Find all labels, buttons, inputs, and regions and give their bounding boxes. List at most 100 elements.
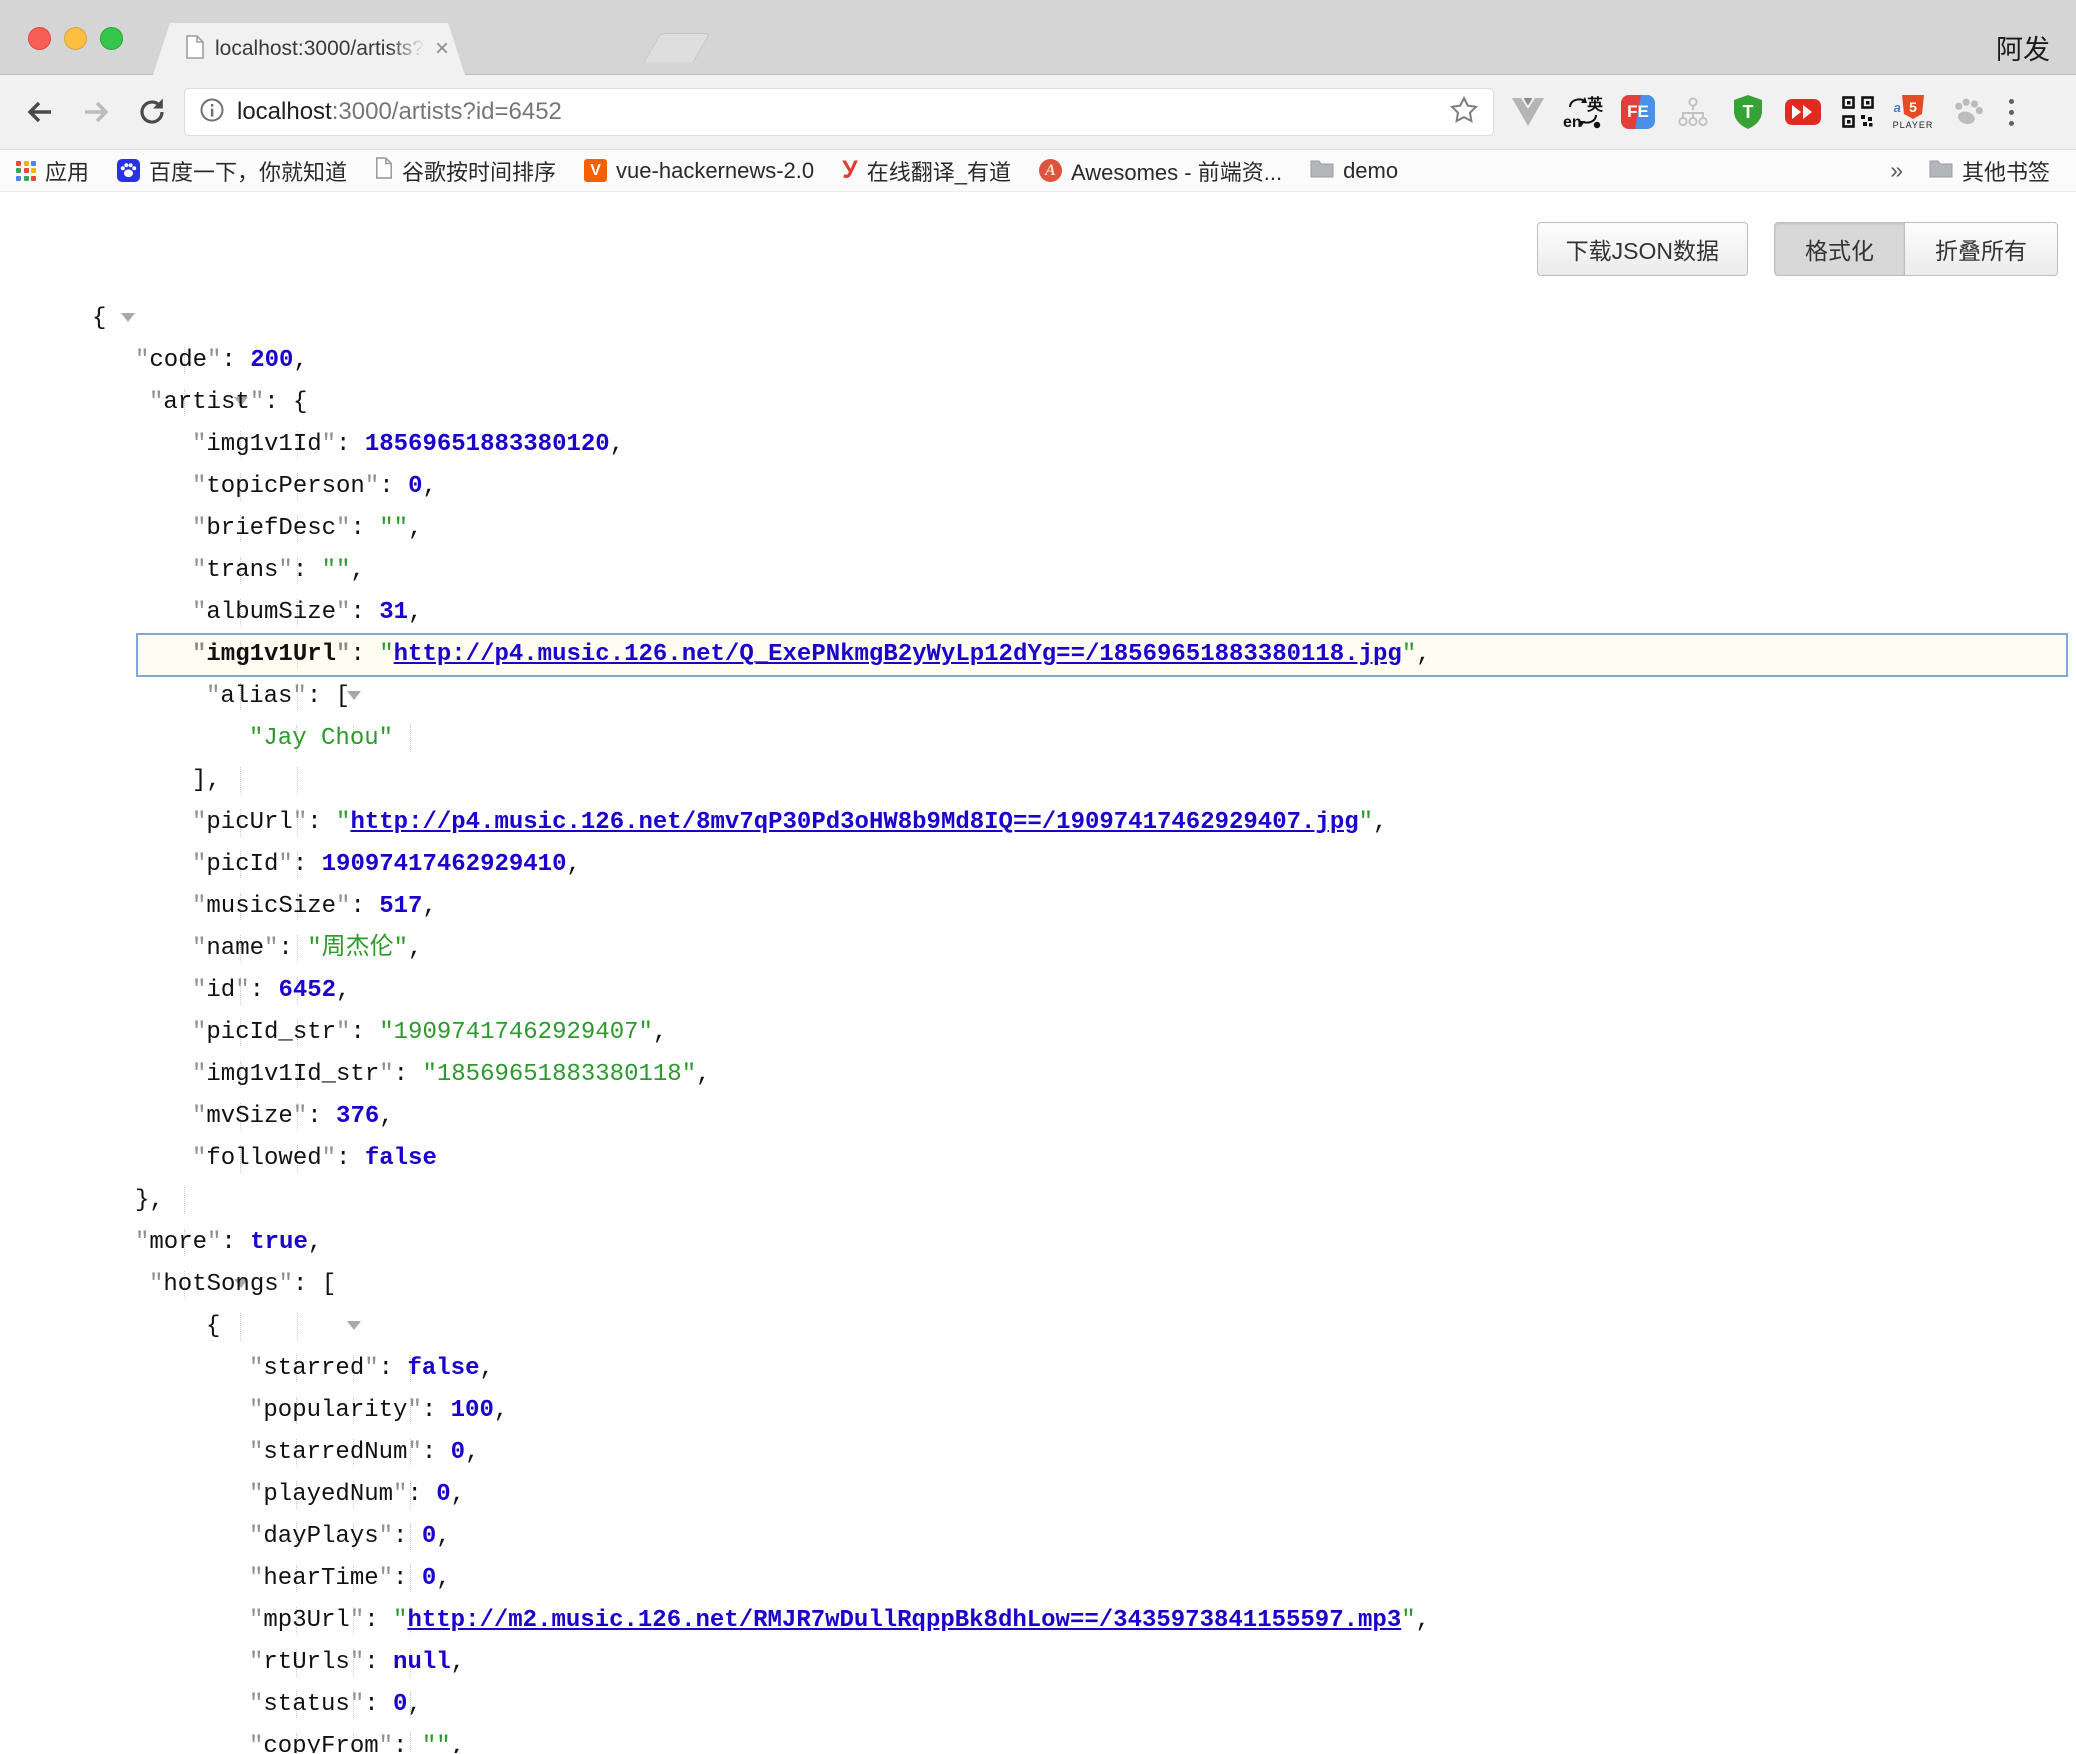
json-key: img1v1Id_str [206, 1061, 379, 1088]
json-line: "status": 0, [0, 1684, 2076, 1726]
json-line-highlighted: "img1v1Url": "http://p4.music.126.net/Q_… [0, 634, 2076, 676]
html5-player-icon[interactable]: a 5 PLAYER [1893, 92, 1933, 132]
json-line: "dayPlays": 0, [0, 1516, 2076, 1558]
bookmark-apps[interactable]: 应用 [16, 155, 89, 187]
tab-close-icon[interactable]: × [435, 37, 449, 61]
json-key-quote: " [336, 599, 350, 626]
json-key-quote: " [192, 557, 206, 584]
indent-guide [297, 767, 298, 794]
json-punctuation: : [393, 1565, 422, 1592]
collapse-toggle-icon[interactable] [121, 313, 135, 349]
json-line: "name": "周杰伦", [0, 928, 2076, 970]
json-key: mvSize [206, 1103, 292, 1130]
collapse-all-button[interactable]: 折叠所有 [1904, 222, 2058, 276]
json-punctuation: : [350, 515, 379, 542]
json-punctuation: : [350, 893, 379, 920]
json-punctuation: : [394, 1061, 423, 1088]
bookmark-label: demo [1343, 158, 1398, 184]
indent-guide [410, 725, 411, 752]
minimize-window-button[interactable] [64, 27, 87, 50]
qr-code-icon[interactable] [1838, 92, 1878, 132]
json-key-quote: " [350, 1691, 364, 1718]
json-link[interactable]: http://p4.music.126.net/Q_ExePNkmgB2yWyL… [394, 641, 1402, 668]
json-punctuation: : [350, 599, 379, 626]
close-window-button[interactable] [28, 27, 51, 50]
reload-button[interactable] [128, 88, 176, 136]
json-key: albumSize [206, 599, 336, 626]
bookmark-star-icon[interactable] [1449, 95, 1479, 130]
bookmark-youdao-translate[interactable]: У 在线翻译_有道 [842, 155, 1011, 187]
url-text[interactable]: localhost:3000/artists?id=6452 [237, 98, 1449, 126]
json-key: mp3Url [263, 1607, 349, 1634]
other-bookmarks-folder[interactable]: 其他书签 [1929, 155, 2050, 187]
sitemap-extension-icon[interactable] [1673, 92, 1713, 132]
json-key-quote: " [192, 515, 206, 542]
bookmark-google-sort[interactable]: 谷歌按时间排序 [375, 155, 556, 187]
json-punctuation: : [407, 1481, 436, 1508]
json-link[interactable]: http://m2.music.126.net/RMJR7wDullRqppBk… [407, 1607, 1401, 1634]
bookmark-demo-folder[interactable]: demo [1310, 158, 1398, 184]
json-punctuation: : [364, 1649, 393, 1676]
zoom-window-button[interactable] [100, 27, 123, 50]
json-value-literal: 31 [379, 599, 408, 626]
bookmark-baidu[interactable]: 百度一下，你就知道 [117, 155, 347, 187]
json-punctuation: { [206, 1313, 220, 1340]
json-value-literal: 100 [451, 1397, 494, 1424]
browser-tab[interactable]: localhost:3000/artists?id=6452 × [153, 23, 465, 75]
address-bar[interactable]: localhost:3000/artists?id=6452 [184, 88, 1494, 136]
bookmark-vue-hackernews[interactable]: V vue-hackernews-2.0 [584, 158, 814, 184]
json-value-literal: 0 [408, 473, 422, 500]
json-line: { [0, 298, 2076, 340]
json-punctuation: }, [135, 1187, 164, 1214]
fe-toolbox-icon[interactable]: FE [1618, 92, 1658, 132]
json-key-quote: " [192, 599, 206, 626]
paw-extension-icon[interactable] [1948, 92, 1988, 132]
vue-devtools-icon[interactable] [1508, 92, 1548, 132]
translate-extension-icon[interactable]: 英 en [1563, 92, 1603, 132]
json-line: "topicPerson": 0, [0, 466, 2076, 508]
json-key: id [206, 977, 235, 1004]
json-key-quote: " [192, 473, 206, 500]
json-link[interactable]: http://p4.music.126.net/8mv7qP30Pd3oHW8b… [350, 809, 1358, 836]
window-titlebar: localhost:3000/artists?id=6452 × 阿发 [0, 0, 2076, 75]
traffic-lights [28, 27, 123, 50]
profile-name[interactable]: 阿发 [1996, 28, 2050, 67]
json-punctuation: , [408, 515, 422, 542]
json-value-string: "19097417462929407" [379, 1019, 653, 1046]
json-key-quote: " [393, 1481, 407, 1508]
bookmarks-overflow-chevron[interactable]: » [1890, 157, 1903, 184]
bookmark-label: Awesomes - 前端资... [1071, 155, 1282, 187]
json-value-literal: 517 [379, 893, 422, 920]
json-key-quote: " [192, 1019, 206, 1046]
json-key: copyFrom [263, 1733, 378, 1753]
json-line: "picId": 19097417462929410, [0, 844, 2076, 886]
json-key-quote: " [192, 1145, 206, 1172]
download-json-button[interactable]: 下载JSON数据 [1537, 222, 1748, 276]
json-value-string: "" [422, 1733, 451, 1753]
page-info-icon[interactable] [199, 97, 225, 128]
json-punctuation: : [379, 1355, 408, 1382]
browser-toolbar: localhost:3000/artists?id=6452 英 en FE T [0, 75, 2076, 150]
bookmark-awesomes[interactable]: A Awesomes - 前端资... [1039, 155, 1282, 187]
collapse-toggle-icon[interactable] [347, 1321, 361, 1357]
json-punctuation: , [408, 935, 422, 962]
json-key: hearTime [263, 1565, 378, 1592]
new-tab-button[interactable] [644, 33, 711, 62]
json-punctuation: , [653, 1019, 667, 1046]
json-line: "alias": [ [0, 676, 2076, 718]
chrome-menu-icon[interactable] [2003, 99, 2020, 126]
json-key-quote: " [293, 809, 307, 836]
format-button[interactable]: 格式化 [1774, 222, 1905, 276]
back-button[interactable] [16, 88, 64, 136]
tampermonkey-shield-icon[interactable]: T [1728, 92, 1768, 132]
video-downloader-icon[interactable] [1783, 92, 1823, 132]
json-line: "hotSongs": [ [0, 1264, 2076, 1306]
forward-button[interactable] [72, 88, 120, 136]
json-key-quote: " [336, 1019, 350, 1046]
json-value-string: " [1401, 1607, 1415, 1634]
json-punctuation: : [422, 1439, 451, 1466]
json-value-string: " [1359, 809, 1373, 836]
page-content: 下载JSON数据 格式化 折叠所有 {"code": 200,"artist":… [0, 192, 2076, 1753]
json-key: hotSongs [163, 1271, 278, 1298]
json-key-quote: " [149, 1271, 163, 1298]
